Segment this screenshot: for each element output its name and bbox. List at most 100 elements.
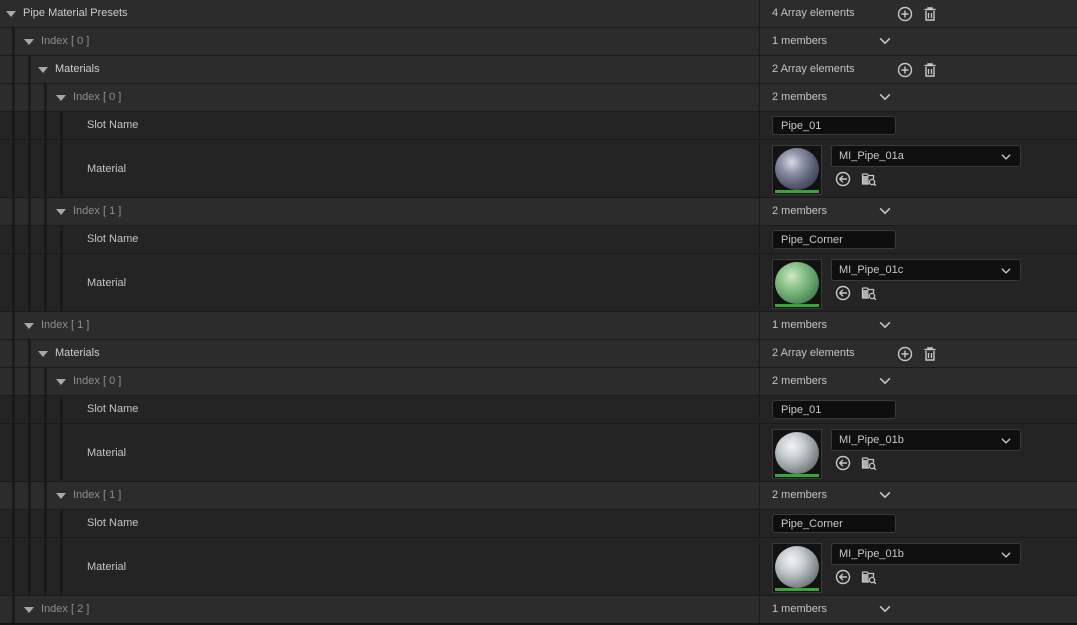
property-name-cell: Material xyxy=(0,424,759,481)
folder-search-icon[interactable] xyxy=(861,569,877,585)
chevron-down-icon[interactable] xyxy=(878,602,892,616)
plus-circle-icon[interactable] xyxy=(897,6,913,22)
property-name-cell: Pipe Material Presets xyxy=(0,0,759,27)
material-preview-sphere xyxy=(775,546,819,588)
expand-triangle-icon[interactable] xyxy=(56,379,66,385)
trash-icon[interactable] xyxy=(922,346,938,362)
preset-1-material-1-slot-name-row: Slot Name xyxy=(0,509,1077,537)
preset-1-material-index-1-row: Index [ 1 ] 2 members xyxy=(0,481,1077,509)
property-value-cell xyxy=(760,112,1077,139)
property-name-cell: Slot Name xyxy=(0,510,759,537)
property-name-cell: Index [ 1 ] xyxy=(0,198,759,225)
property-label: Material xyxy=(87,561,127,573)
preset-1-material-1-material-row: Material MI_Pipe_01b xyxy=(0,537,1077,595)
chevron-down-icon[interactable] xyxy=(878,488,892,502)
array-count-text: 2 Array elements xyxy=(772,347,855,359)
member-count-text: 2 members xyxy=(772,91,828,103)
expand-triangle-icon[interactable] xyxy=(38,351,48,357)
arrow-left-circle-icon[interactable] xyxy=(835,285,851,301)
chevron-down-icon[interactable] xyxy=(878,318,892,332)
property-value-cell: 4 Array elements xyxy=(760,0,1077,27)
member-count-text: 2 members xyxy=(772,375,828,387)
plus-circle-icon[interactable] xyxy=(897,62,913,78)
property-value-cell: MI_Pipe_01b xyxy=(760,538,1077,595)
property-value-cell: MI_Pipe_01a xyxy=(760,140,1077,197)
pipe-material-presets-row: Pipe Material Presets 4 Array elements xyxy=(0,0,1077,27)
material-preview-sphere xyxy=(775,262,819,304)
folder-search-icon[interactable] xyxy=(861,455,877,471)
property-name-cell: Index [ 2 ] xyxy=(0,596,759,623)
preset-0-materials-row: Materials 2 Array elements xyxy=(0,55,1077,83)
expand-triangle-icon[interactable] xyxy=(38,67,48,73)
array-count-text: 2 Array elements xyxy=(772,63,855,75)
property-label: Slot Name xyxy=(87,517,139,529)
property-label: Material xyxy=(87,277,127,289)
material-asset-picker[interactable]: MI_Pipe_01b xyxy=(831,429,1021,451)
expand-triangle-icon[interactable] xyxy=(24,323,34,329)
preset-0-material-index-0-row: Index [ 0 ] 2 members xyxy=(0,83,1077,111)
property-value-cell: 1 members xyxy=(760,312,1077,339)
slot-name-input[interactable] xyxy=(772,116,896,135)
property-name-cell: Material xyxy=(0,254,759,311)
property-label: Slot Name xyxy=(87,119,139,131)
plus-circle-icon[interactable] xyxy=(897,346,913,362)
asset-type-bar xyxy=(775,190,819,193)
property-label: Index [ 1 ] xyxy=(41,319,90,331)
folder-search-icon[interactable] xyxy=(861,285,877,301)
slot-name-input[interactable] xyxy=(772,400,896,419)
property-label: Slot Name xyxy=(87,403,139,415)
expand-triangle-icon[interactable] xyxy=(24,39,34,45)
property-value-cell xyxy=(760,396,1077,423)
trash-icon[interactable] xyxy=(922,6,938,22)
chevron-down-icon[interactable] xyxy=(878,34,892,48)
property-value-cell: 2 members xyxy=(760,198,1077,225)
preset-0-material-index-1-row: Index [ 1 ] 2 members xyxy=(0,197,1077,225)
preset-1-materials-row: Materials 2 Array elements xyxy=(0,339,1077,367)
member-count-text: 2 members xyxy=(772,489,828,501)
property-label: Index [ 1 ] xyxy=(73,205,122,217)
material-thumbnail[interactable] xyxy=(772,429,822,479)
folder-search-icon[interactable] xyxy=(861,171,877,187)
chevron-down-icon xyxy=(1000,265,1012,277)
chevron-down-icon xyxy=(1000,151,1012,163)
expand-triangle-icon[interactable] xyxy=(24,607,34,613)
preset-0-material-0-slot-name-row: Slot Name xyxy=(0,111,1077,139)
material-asset-name: MI_Pipe_01b xyxy=(839,548,904,560)
expand-triangle-icon[interactable] xyxy=(56,209,66,215)
material-asset-name: MI_Pipe_01a xyxy=(839,150,904,162)
material-asset-picker[interactable]: MI_Pipe_01c xyxy=(831,259,1021,281)
material-thumbnail[interactable] xyxy=(772,145,822,195)
slot-name-input[interactable] xyxy=(772,514,896,533)
slot-name-input[interactable] xyxy=(772,230,896,249)
material-thumbnail[interactable] xyxy=(772,259,822,309)
expand-triangle-icon[interactable] xyxy=(6,11,16,17)
expand-triangle-icon[interactable] xyxy=(56,95,66,101)
arrow-left-circle-icon[interactable] xyxy=(835,171,851,187)
preset-0-material-1-material-row: Material MI_Pipe_01c xyxy=(0,253,1077,311)
member-count-text: 1 members xyxy=(772,319,828,331)
property-value-cell: 2 members xyxy=(760,368,1077,395)
chevron-down-icon[interactable] xyxy=(878,204,892,218)
trash-icon[interactable] xyxy=(922,62,938,78)
preset-1-material-0-material-row: Material MI_Pipe_01b xyxy=(0,423,1077,481)
chevron-down-icon[interactable] xyxy=(878,90,892,104)
arrow-left-circle-icon[interactable] xyxy=(835,455,851,471)
expand-triangle-icon[interactable] xyxy=(56,493,66,499)
member-count-text: 1 members xyxy=(772,35,828,47)
property-label: Material xyxy=(87,447,127,459)
property-name-cell: Index [ 0 ] xyxy=(0,84,759,111)
property-value-cell xyxy=(760,510,1077,537)
property-label: Index [ 2 ] xyxy=(41,603,90,615)
property-name-cell: Materials xyxy=(0,340,759,367)
material-asset-picker[interactable]: MI_Pipe_01b xyxy=(831,543,1021,565)
material-asset-picker[interactable]: MI_Pipe_01a xyxy=(831,145,1021,167)
material-thumbnail[interactable] xyxy=(772,543,822,593)
asset-type-bar xyxy=(775,588,819,591)
array-count-text: 4 Array elements xyxy=(772,7,855,19)
chevron-down-icon[interactable] xyxy=(878,374,892,388)
property-label: Index [ 1 ] xyxy=(73,489,122,501)
chevron-down-icon xyxy=(1000,549,1012,561)
arrow-left-circle-icon[interactable] xyxy=(835,569,851,585)
property-value-cell: 2 members xyxy=(760,482,1077,509)
property-value-cell: MI_Pipe_01b xyxy=(760,424,1077,481)
